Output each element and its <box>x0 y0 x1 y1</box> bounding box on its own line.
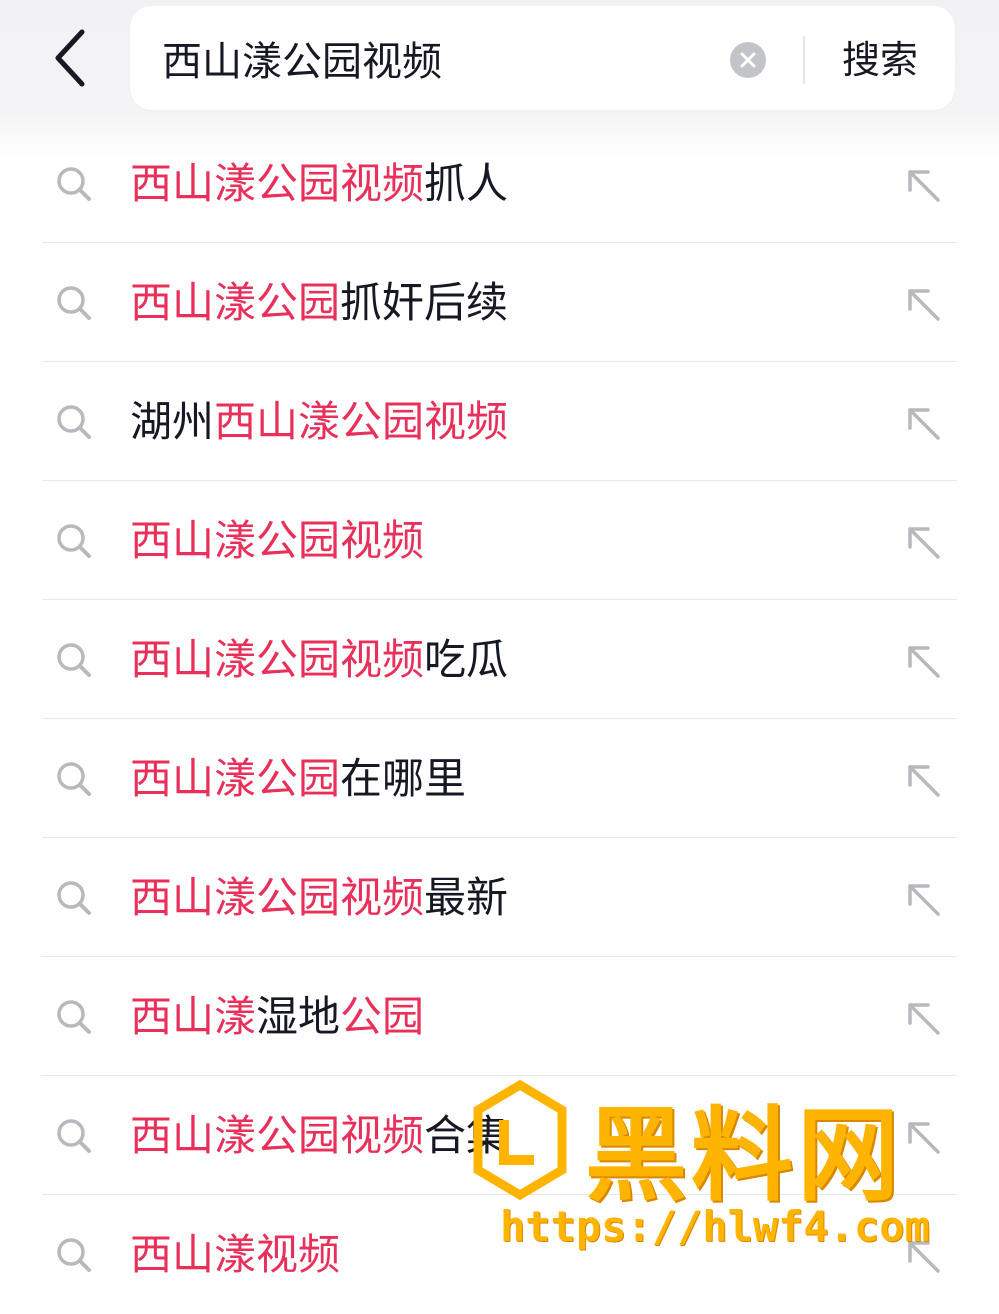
suggestion-text: 西山漾公园在哪里 <box>130 749 466 809</box>
suggestion-text: 西山漾公园视频最新 <box>130 868 508 928</box>
suggestion-highlight: 西山漾公园视频 <box>130 159 425 208</box>
suggestion-list: 西山漾公园视频抓人 西山漾公园抓奸后续 湖州西山漾公园视频 西山漾公园视频 西山漾公园视… <box>0 124 999 1314</box>
clear-circle-icon <box>740 52 756 68</box>
search-button[interactable]: 搜索 <box>830 32 930 88</box>
arrow-up-left-icon[interactable] <box>904 1118 944 1158</box>
suggestion-suffix: 吃瓜 <box>424 635 509 684</box>
suggestion-item[interactable]: 西山漾公园视频 <box>0 481 999 600</box>
suggestion-item[interactable]: 西山漾公园抓奸后续 <box>0 243 999 362</box>
search-icon <box>57 405 91 439</box>
suggestion-item[interactable]: 西山漾公园视频吃瓜 <box>0 600 999 719</box>
suggestion-suffix: 抓奸后续 <box>340 278 509 327</box>
clear-button[interactable] <box>730 42 766 78</box>
suggestion-suffix: 在哪里 <box>340 754 467 803</box>
search-icon <box>57 881 91 915</box>
search-icon <box>57 286 91 320</box>
suggestion-highlight: 西山漾公园视频 <box>130 516 425 565</box>
suggestion-item[interactable]: 湖州西山漾公园视频 <box>0 362 999 481</box>
suggestion-highlight: 西山漾公园视频 <box>214 397 509 446</box>
search-icon <box>57 1119 91 1153</box>
suggestion-item[interactable]: 西山漾公园在哪里 <box>0 719 999 838</box>
suggestion-highlight: 西山漾公园视频 <box>130 873 425 922</box>
suggestion-item[interactable]: 西山漾公园视频最新 <box>0 838 999 957</box>
suggestion-text: 西山漾湿地公园 <box>130 987 424 1047</box>
suggestion-text: 西山漾公园视频吃瓜 <box>130 630 508 690</box>
suggestion-highlight: 西山漾 <box>130 992 257 1041</box>
search-input[interactable] <box>162 28 702 88</box>
search-icon <box>57 1000 91 1034</box>
suggestion-highlight: 西山漾公园 <box>130 754 341 803</box>
suggestion-text: 西山漾公园视频合集 <box>130 1106 508 1166</box>
arrow-up-left-icon[interactable] <box>904 880 944 920</box>
suggestion-suffix: 抓人 <box>424 159 509 208</box>
suggestion-highlight: 西山漾公园 <box>130 278 341 327</box>
suggestion-suffix: 湿地 <box>256 992 341 1041</box>
arrow-up-left-icon[interactable] <box>904 761 944 801</box>
suggestion-item[interactable]: 西山漾公园视频合集 <box>0 1076 999 1195</box>
suggestion-suffix: 最新 <box>424 873 509 922</box>
suggestion-text: 西山漾公园视频 <box>130 511 424 571</box>
arrow-up-left-icon[interactable] <box>904 523 944 563</box>
arrow-up-left-icon[interactable] <box>904 404 944 444</box>
arrow-up-left-icon[interactable] <box>904 642 944 682</box>
suggestion-suffix: 合集 <box>424 1111 509 1160</box>
arrow-up-left-icon[interactable] <box>904 999 944 1039</box>
search-icon <box>57 167 91 201</box>
suggestion-highlight: 西山漾公园视频 <box>130 635 425 684</box>
back-button[interactable] <box>40 22 104 94</box>
suggestion-highlight: 西山漾视频 <box>130 1230 341 1279</box>
suggestion-text: 西山漾公园抓奸后续 <box>130 273 508 333</box>
search-divider <box>803 36 805 84</box>
suggestion-text: 西山漾视频 <box>130 1225 340 1285</box>
search-bar: 搜索 <box>130 6 955 110</box>
arrow-up-left-icon[interactable] <box>904 1237 944 1277</box>
arrow-up-left-icon[interactable] <box>904 166 944 206</box>
suggestion-suffix: 湖州 <box>130 397 215 446</box>
suggestion-item[interactable]: 西山漾湿地公园 <box>0 957 999 1076</box>
search-icon <box>57 1238 91 1272</box>
search-icon <box>57 524 91 558</box>
suggestion-highlight: 西山漾公园视频 <box>130 1111 425 1160</box>
search-icon <box>57 762 91 796</box>
suggestion-highlight: 公园 <box>340 992 425 1041</box>
suggestion-text: 西山漾公园视频抓人 <box>130 154 508 214</box>
suggestion-item[interactable]: 西山漾公园视频抓人 <box>0 124 999 243</box>
arrow-up-left-icon[interactable] <box>904 285 944 325</box>
chevron-left-icon <box>55 29 85 87</box>
search-icon <box>57 643 91 677</box>
suggestion-text: 湖州西山漾公园视频 <box>130 392 508 452</box>
suggestion-item[interactable]: 西山漾视频 <box>0 1195 999 1314</box>
